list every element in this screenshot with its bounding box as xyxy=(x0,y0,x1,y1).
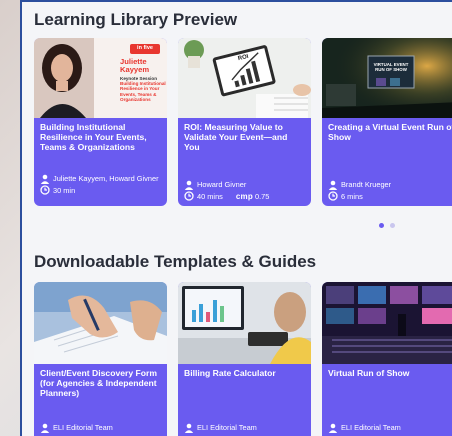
author-name: Juliette Kayyem, Howard Givner xyxy=(53,174,159,183)
author-row: ELI Editorial Team xyxy=(184,423,307,433)
badge-label: in five xyxy=(137,45,153,51)
template-card-virtual-run-of-show[interactable]: Virtual Run of Show ELI Editorial Team xyxy=(322,282,452,436)
course-thumbnail-roi: ROI xyxy=(178,38,311,118)
course-meta: Juliette Kayyem, Howard Givner 30 min xyxy=(40,174,163,195)
course-thumbnail-kayyem: in five Juliette Kayyem Keynote Session … xyxy=(34,38,167,118)
author-row: Howard Givner xyxy=(184,180,307,190)
author-row: ELI Editorial Team xyxy=(328,423,452,433)
duration-row: 40 mins cmp 0.75 xyxy=(184,191,307,201)
template-title: Client/Event Discovery Form (for Agencie… xyxy=(40,368,158,398)
author-name: Brandt Krueger xyxy=(341,180,392,189)
clock-icon xyxy=(328,191,338,201)
person-icon xyxy=(328,423,338,433)
course-thumbnail-virtual-event: VIRTUAL EVENT RUN OF SHOW xyxy=(322,38,452,118)
course-card-roi[interactable]: ROI ROI: Measuring Value to Validate You… xyxy=(178,38,311,206)
template-meta: ELI Editorial Team xyxy=(40,423,163,433)
section-title-learning-library: Learning Library Preview xyxy=(34,10,238,29)
thumb-session-text: Keynote Session Building Institutional R… xyxy=(120,76,166,102)
carousel-pagination xyxy=(379,223,395,228)
duration: 40 mins xyxy=(197,191,223,201)
content-frame: Learning Library Preview in five Juliett… xyxy=(20,0,452,436)
author-row: Brandt Krueger xyxy=(328,180,452,190)
course-meta: Howard Givner 40 mins cmp 0.75 xyxy=(184,180,307,201)
clock-icon xyxy=(40,185,50,195)
author-name: Howard Givner xyxy=(197,180,247,189)
person-icon xyxy=(40,174,50,184)
duration: 6 mins xyxy=(341,191,363,201)
course-card-virtual-run-of-show[interactable]: VIRTUAL EVENT RUN OF SHOW Creating a Vir… xyxy=(322,38,452,206)
template-card-billing-rate[interactable]: Billing Rate Calculator ELI Editorial Te… xyxy=(178,282,311,436)
course-title: Creating a Virtual Event Run of Show xyxy=(328,122,452,142)
author-name: ELI Editorial Team xyxy=(197,423,257,432)
author-row: Juliette Kayyem, Howard Givner xyxy=(40,174,163,184)
author-name: ELI Editorial Team xyxy=(341,423,401,432)
thumb-screen-text: VIRTUAL EVENT RUN OF SHOW xyxy=(373,62,409,73)
clock-icon xyxy=(184,191,194,201)
template-meta: ELI Editorial Team xyxy=(328,423,452,433)
section-title-templates: Downloadable Templates & Guides xyxy=(34,252,317,271)
course-title: ROI: Measuring Value to Validate Your Ev… xyxy=(184,122,288,152)
author-name: ELI Editorial Team xyxy=(53,423,113,432)
person-icon xyxy=(328,180,338,190)
thumb-speaker-name: Juliette Kayyem xyxy=(120,57,150,74)
cmp-value: 0.75 xyxy=(255,191,270,201)
cmp-logo: cmp xyxy=(235,191,253,201)
carousel-dot-active[interactable] xyxy=(379,223,384,228)
person-icon xyxy=(184,180,194,190)
course-title: Building Institutional Resilience in You… xyxy=(40,122,147,152)
template-thumbnail-calculator xyxy=(178,282,311,364)
carousel-dot[interactable] xyxy=(390,223,395,228)
template-title: Billing Rate Calculator xyxy=(184,368,276,378)
template-card-discovery-form[interactable]: Client/Event Discovery Form (for Agencie… xyxy=(34,282,167,436)
duration-row: 30 min xyxy=(40,185,163,195)
course-card-resilience[interactable]: in five Juliette Kayyem Keynote Session … xyxy=(34,38,167,206)
template-title: Virtual Run of Show xyxy=(328,368,410,378)
duration: 30 min xyxy=(53,185,76,195)
person-icon xyxy=(184,423,194,433)
template-thumbnail-control-room xyxy=(322,282,452,364)
template-meta: ELI Editorial Team xyxy=(184,423,307,433)
cmp-credit: cmp 0.75 xyxy=(236,192,270,201)
person-icon xyxy=(40,423,50,433)
course-meta: Brandt Krueger 6 mins xyxy=(328,180,452,201)
duration-row: 6 mins xyxy=(328,191,452,201)
template-thumbnail-writing xyxy=(34,282,167,364)
author-row: ELI Editorial Team xyxy=(40,423,163,433)
